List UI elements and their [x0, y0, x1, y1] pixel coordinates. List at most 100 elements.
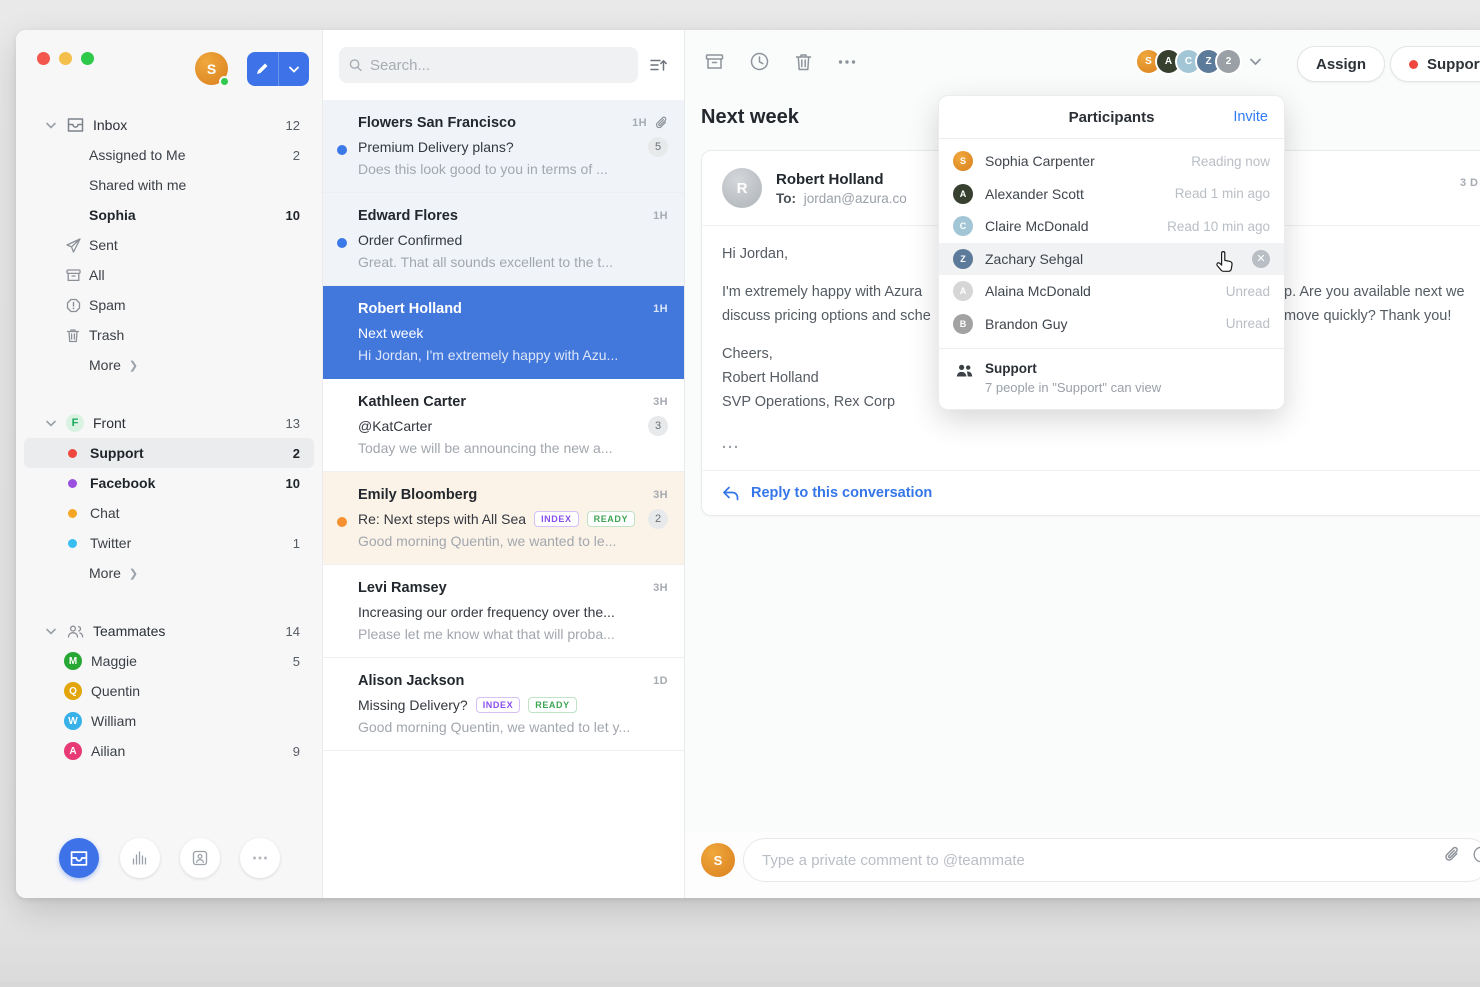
participant-avatar: A [953, 281, 973, 301]
participant-row[interactable]: S Sophia Carpenter Reading now [939, 145, 1284, 178]
participant-row[interactable]: B Brandon Guy Unread [939, 308, 1284, 341]
user-avatar[interactable]: S [195, 52, 228, 85]
email-time: 1H [632, 117, 647, 129]
zoom-window-button[interactable] [81, 52, 94, 65]
email-list-item[interactable]: Alison Jackson 1D Missing Delivery? INDE… [323, 658, 684, 751]
inbox-selector-button[interactable]: Support [1390, 46, 1480, 82]
email-preview: Good morning Quentin, we wanted to le... [358, 533, 668, 549]
participant-row[interactable]: A Alaina McDonald Unread [939, 275, 1284, 308]
compose-button[interactable] [247, 52, 309, 86]
email-subject: Re: Next steps with All Sea [358, 511, 526, 527]
trash-button[interactable] [795, 52, 812, 71]
search-input[interactable] [370, 57, 628, 74]
email-subject: Premium Delivery plans? [358, 139, 514, 155]
sidebar-label: Inbox [93, 117, 127, 133]
sidebar-item-sent[interactable]: Sent [16, 230, 322, 260]
email-list-item[interactable]: Edward Flores 1H Order Confirmed Great. … [323, 193, 684, 286]
comment-input-wrapper[interactable] [743, 838, 1480, 882]
chevron-down-icon[interactable] [46, 420, 60, 427]
online-status-dot [219, 76, 230, 87]
unread-dot [337, 145, 347, 155]
sidebar-item-facebook[interactable]: Facebook 10 [16, 468, 322, 498]
sidebar-label: Chat [90, 505, 120, 521]
sidebar-item-more-channels[interactable]: More ❯ [16, 558, 322, 588]
remove-participant-button[interactable]: ✕ [1252, 250, 1270, 268]
sidebar-item-quentin[interactable]: Q Quentin [16, 676, 322, 706]
sidebar-label: Facebook [90, 475, 155, 491]
search-bar [323, 30, 684, 100]
email-list-item[interactable]: Levi Ramsey 3H Increasing our order freq… [323, 565, 684, 658]
search-input-wrapper[interactable] [339, 47, 638, 83]
message-sender: Robert Holland [776, 171, 907, 188]
inbox-selector-label: Support [1427, 56, 1480, 73]
compose-pencil-icon[interactable] [247, 52, 278, 86]
sidebar-item-spam[interactable]: Spam [16, 290, 322, 320]
participant-avatar: S [953, 151, 973, 171]
archive-button[interactable] [705, 52, 724, 71]
invite-button[interactable]: Invite [1233, 109, 1268, 125]
sidebar-item-twitter[interactable]: Twitter 1 [16, 528, 322, 558]
sidebar-item-shared-with-me[interactable]: Shared with me [16, 170, 322, 200]
email-subject: Missing Delivery? [358, 697, 468, 713]
compose-dropdown-chevron-icon[interactable] [279, 52, 310, 86]
channel-color-dot [68, 479, 77, 488]
more-apps-button[interactable] [240, 838, 280, 878]
sidebar-item-sophia[interactable]: Sophia 10 [16, 200, 322, 230]
attach-file-button[interactable] [1444, 846, 1460, 863]
chevron-down-icon[interactable] [46, 122, 60, 129]
participant-row[interactable]: C Claire McDonald Read 10 min ago [939, 210, 1284, 243]
comment-input[interactable] [762, 852, 1445, 869]
teammate-avatar: M [64, 652, 82, 670]
sidebar-section-teammates[interactable]: Teammates 14 [16, 616, 322, 646]
sidebar-count: 10 [286, 476, 300, 491]
sidebar-item-all[interactable]: All [16, 260, 322, 290]
unread-dot [337, 517, 347, 527]
emoji-button[interactable] [1473, 846, 1480, 863]
sidebar-item-chat[interactable]: Chat [16, 498, 322, 528]
sidebar-item-william[interactable]: W William [16, 706, 322, 736]
sidebar-item-trash[interactable]: Trash [16, 320, 322, 350]
reply-to-conversation-link[interactable]: Reply to this conversation [702, 470, 1480, 515]
channel-color-dot [68, 539, 77, 548]
analytics-button[interactable] [120, 838, 160, 878]
participant-row-hovered[interactable]: Z Zachary Sehgal ✕ [939, 243, 1284, 276]
chevron-right-icon: ❯ [129, 359, 138, 372]
sidebar-item-more-mailboxes[interactable]: More ❯ [16, 350, 322, 380]
sender-avatar: R [722, 168, 762, 208]
teammate-avatar: A [64, 742, 82, 760]
email-count-badge: 2 [648, 509, 668, 529]
assign-button[interactable]: Assign [1297, 46, 1385, 82]
paperclip-icon [1444, 846, 1460, 863]
email-subject: Order Confirmed [358, 232, 462, 248]
sidebar-navigation: Inbox 12 Assigned to Me 2 Shared with me… [16, 110, 322, 766]
sort-button[interactable] [650, 58, 668, 72]
sidebar-item-inbox[interactable]: Inbox 12 [16, 110, 322, 140]
email-list-item-selected[interactable]: Robert Holland 1H Next week Hi Jordan, I… [323, 286, 684, 379]
contacts-button[interactable] [180, 838, 220, 878]
close-window-button[interactable] [37, 52, 50, 65]
sidebar-item-maggie[interactable]: M Maggie 5 [16, 646, 322, 676]
participants-avatar-stack[interactable]: S A C Z 2 [1135, 48, 1261, 75]
sidebar-label: Teammates [93, 623, 165, 639]
sidebar-label: Assigned to Me [89, 147, 186, 163]
participant-avatar: A [953, 184, 973, 204]
inbox-view-button[interactable] [59, 838, 99, 878]
to-label: To: [776, 191, 796, 206]
email-list-item[interactable]: Flowers San Francisco 1H Premium Deliver… [323, 100, 684, 193]
sidebar-item-ailian[interactable]: A Ailian 9 [16, 736, 322, 766]
snooze-button[interactable] [750, 52, 769, 71]
sidebar-label: Quentin [91, 683, 140, 699]
sidebar-section-front[interactable]: F Front 13 [16, 408, 322, 438]
minimize-window-button[interactable] [59, 52, 72, 65]
more-actions-button[interactable] [838, 52, 856, 71]
chevron-down-icon[interactable] [46, 628, 60, 635]
email-list-item[interactable]: Emily Bloomberg 3H Re: Next steps with A… [323, 472, 684, 565]
chevron-down-icon[interactable] [1250, 58, 1261, 66]
participant-avatar: C [953, 216, 973, 236]
sidebar-item-support[interactable]: Support 2 [24, 438, 314, 468]
email-list-item[interactable]: Kathleen Carter 3H @KatCarter 3 Today we… [323, 379, 684, 472]
participant-status: Reading now [1191, 154, 1270, 169]
sidebar-item-assigned-to-me[interactable]: Assigned to Me 2 [16, 140, 322, 170]
show-trimmed-content-button[interactable]: ... [722, 432, 1480, 456]
participant-row[interactable]: A Alexander Scott Read 1 min ago [939, 178, 1284, 211]
